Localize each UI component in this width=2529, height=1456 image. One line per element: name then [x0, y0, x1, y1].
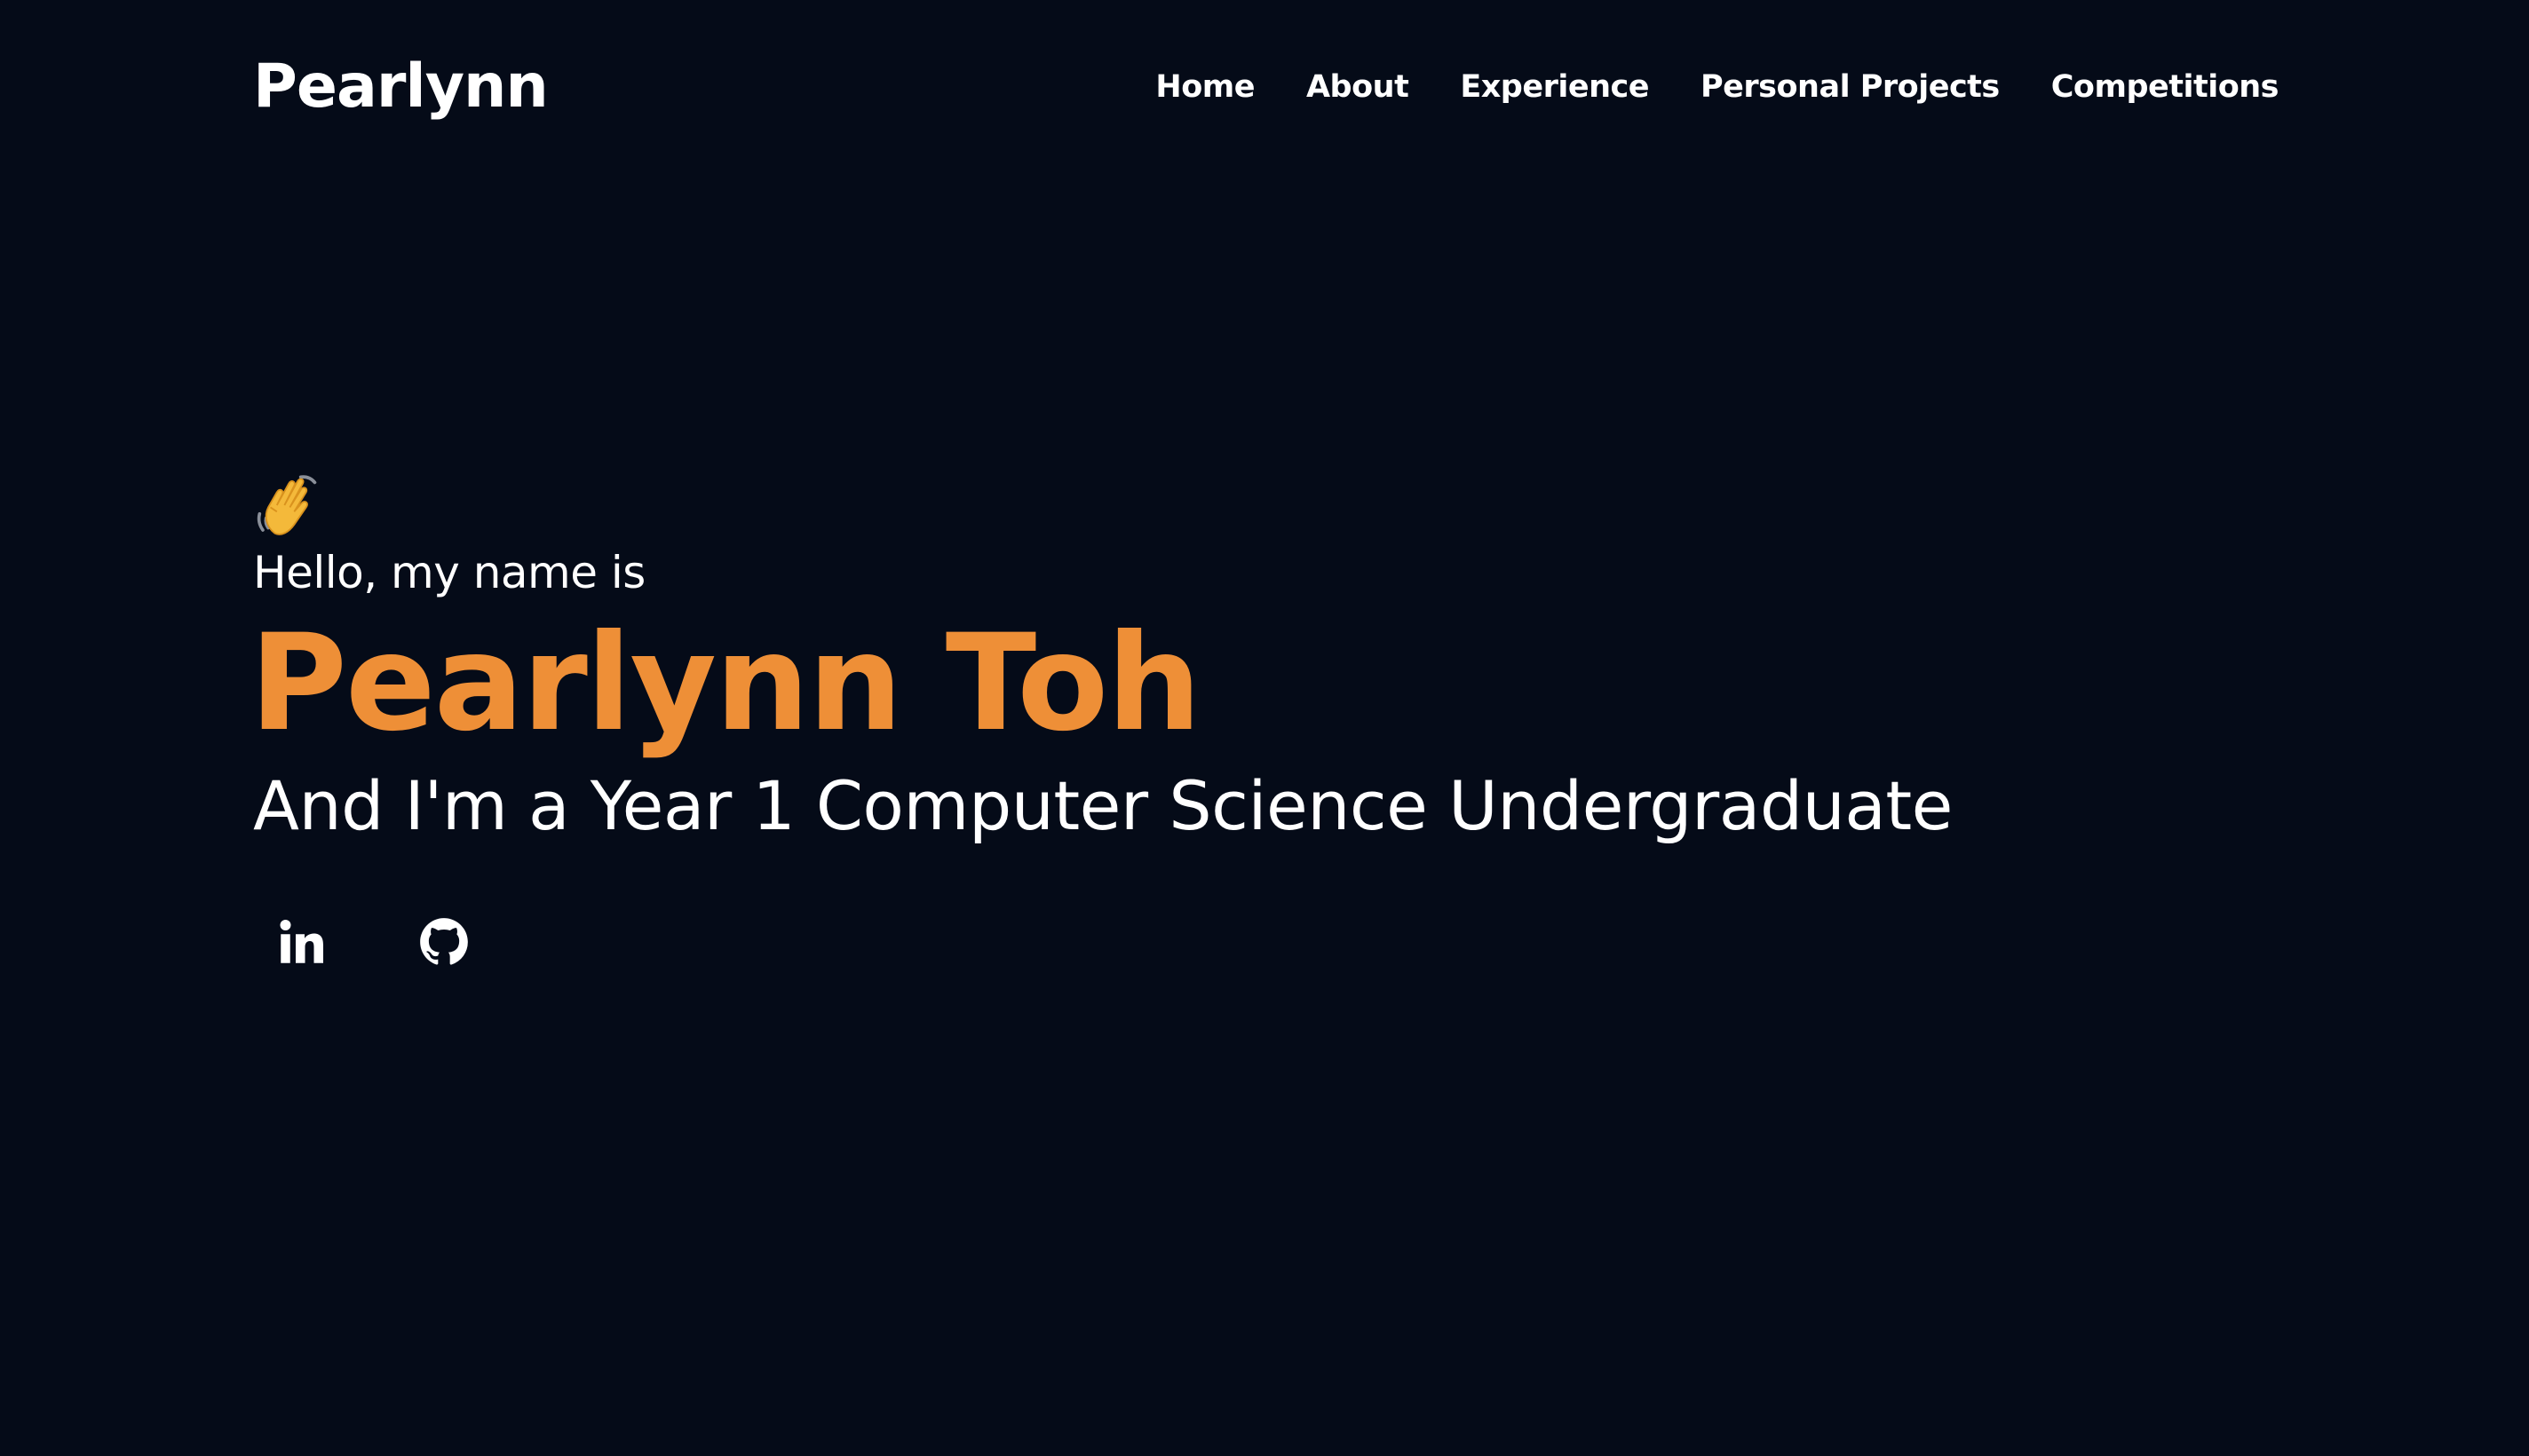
hero-section: Hello, my name is Pearlynn Toh And I'm a… [250, 471, 2295, 849]
nav-item-about[interactable]: About [1306, 64, 1409, 110]
hero-name: Pearlynn Toh [250, 606, 1201, 761]
linkedin-icon [280, 920, 323, 963]
linkedin-link[interactable] [262, 902, 342, 982]
waving-hand-icon [257, 475, 317, 535]
page: Pearlynn Home About Experience Personal … [0, 0, 2529, 1456]
github-link[interactable] [404, 902, 484, 982]
github-icon [420, 918, 468, 965]
main-nav: Home About Experience Personal Projects … [1155, 64, 2279, 110]
social-links [262, 902, 484, 982]
hero-subtitle: And I'm a Year 1 Computer Science Underg… [253, 766, 1953, 845]
nav-item-competitions[interactable]: Competitions [2051, 64, 2279, 110]
brand-logo-text[interactable]: Pearlynn [253, 50, 549, 124]
hero-greeting: Hello, my name is [253, 547, 646, 598]
top-navigation-bar: Pearlynn Home About Experience Personal … [0, 0, 2529, 178]
nav-item-experience[interactable]: Experience [1460, 64, 1649, 110]
nav-item-home[interactable]: Home [1155, 64, 1255, 110]
nav-item-personal-projects[interactable]: Personal Projects [1701, 64, 2000, 110]
